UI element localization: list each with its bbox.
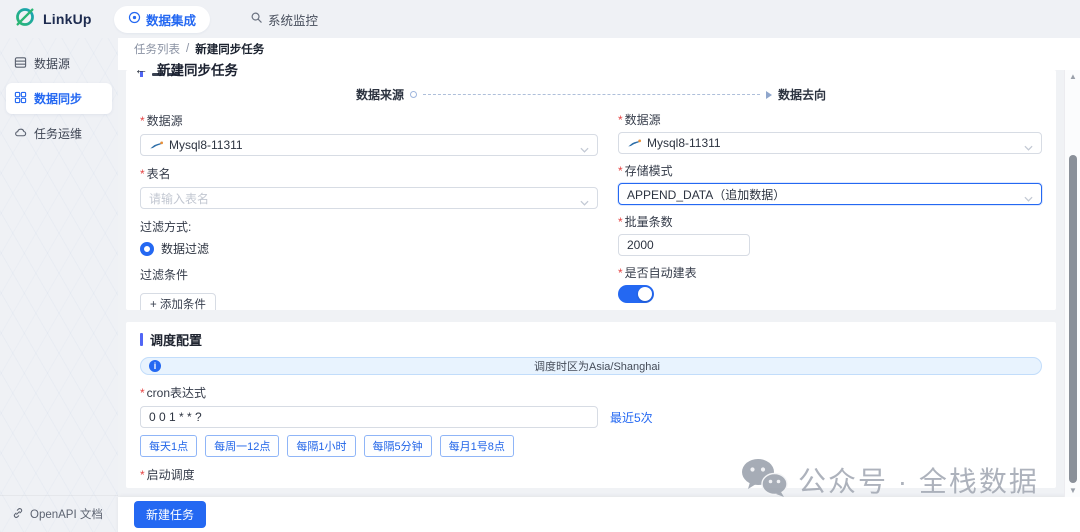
- sidebar-item-datasync[interactable]: 数据同步: [6, 83, 112, 114]
- vertical-scrollbar[interactable]: ▲ ▼: [1064, 70, 1080, 497]
- flow-target-label: 数据去向: [778, 86, 826, 103]
- scroll-up-icon[interactable]: ▲: [1065, 72, 1080, 81]
- breadcrumb: 任务列表 / 新建同步任务: [134, 41, 1064, 57]
- preset-hourly[interactable]: 每隔1小时: [287, 435, 355, 457]
- openapi-doc-link[interactable]: OpenAPI 文档: [0, 495, 118, 532]
- preset-monthly-1st-8am[interactable]: 每月1号8点: [440, 435, 514, 457]
- breadcrumb-separator: /: [186, 43, 189, 55]
- source-datasource-select[interactable]: Mysql8-11311: [140, 134, 598, 156]
- storage-mode-select[interactable]: APPEND_DATA（追加数据）: [618, 183, 1042, 205]
- start-schedule-label: 启动调度: [140, 466, 1042, 483]
- auto-create-table-toggle[interactable]: [618, 285, 654, 303]
- top-nav: 数据集成 系统监控: [114, 6, 332, 33]
- add-condition-button[interactable]: + 添加条件: [140, 293, 216, 310]
- cloud-icon: [14, 126, 27, 142]
- flow-source-label: 数据来源: [356, 86, 404, 103]
- auto-create-table-label: 是否自动建表: [618, 264, 1042, 281]
- back-arrow-icon[interactable]: ←: [134, 62, 148, 76]
- preset-5min[interactable]: 每隔5分钟: [364, 435, 432, 457]
- scrollbar-thumb[interactable]: [1069, 155, 1077, 483]
- app-window: LinkUp 数据集成 系统监控 数据源: [0, 0, 1080, 532]
- batch-size-field: [618, 234, 750, 256]
- breadcrumb-parent[interactable]: 任务列表: [134, 41, 180, 57]
- flow-arrow-icon: [766, 91, 772, 99]
- page-header: 任务列表 / 新建同步任务 ← 新建同步任务: [118, 38, 1080, 70]
- filter-condition-label: 过滤条件: [140, 266, 598, 283]
- schedule-section-title: 调度配置: [150, 330, 202, 349]
- target-datasource-value: Mysql8-11311: [647, 136, 721, 150]
- batch-size-input[interactable]: [627, 238, 741, 252]
- tab-system-monitor[interactable]: 系统监控: [236, 6, 332, 33]
- chevron-down-icon: [580, 142, 589, 156]
- mysql-icon: [627, 138, 642, 149]
- preset-monday-12[interactable]: 每周一12点: [205, 435, 279, 457]
- tab-label: 系统监控: [268, 10, 318, 29]
- chevron-down-icon: [1024, 140, 1033, 154]
- source-column: 数据源 Mysql8-11311 表名 请输入表名: [140, 103, 598, 310]
- sidebar-item-ops[interactable]: 任务运维: [6, 118, 112, 149]
- create-task-button[interactable]: 新建任务: [134, 501, 206, 528]
- storage-mode-label: 存储模式: [618, 162, 1042, 179]
- source-datasource-label: 数据源: [140, 112, 598, 129]
- cron-field: [140, 406, 598, 428]
- timezone-banner: i 调度时区为Asia/Shanghai: [140, 357, 1042, 375]
- link-icon: [12, 507, 24, 522]
- cron-presets: 每天1点 每周一12点 每隔1小时 每隔5分钟 每月1号8点: [140, 435, 1042, 457]
- sync-config-card: 数据来源 数据去向 数据源 Mysql8-11311: [126, 70, 1056, 310]
- cron-input[interactable]: [149, 410, 589, 424]
- source-table-placeholder: 请输入表名: [149, 190, 209, 207]
- filter-option-label: 数据过滤: [161, 240, 209, 257]
- chevron-down-icon: [580, 195, 589, 209]
- sidebar-item-datasource[interactable]: 数据源: [6, 48, 112, 79]
- source-table-select[interactable]: 请输入表名: [140, 187, 598, 209]
- preset-daily-1am[interactable]: 每天1点: [140, 435, 197, 457]
- database-icon: [14, 56, 27, 72]
- tab-data-integration[interactable]: 数据集成: [114, 6, 210, 33]
- footer-action-bar: 新建任务: [118, 497, 1080, 532]
- target-column: 数据源 Mysql8-11311 存储模式 APPEND_DATA（追加数据）: [618, 103, 1042, 310]
- breadcrumb-current: 新建同步任务: [195, 41, 264, 57]
- brand-name: LinkUp: [43, 11, 92, 27]
- target-datasource-label: 数据源: [618, 111, 1042, 128]
- flow-dashed-line: [423, 94, 760, 95]
- sidebar-item-label: 数据同步: [34, 90, 82, 107]
- monitor-icon: [250, 11, 263, 27]
- linkup-logo-icon: [14, 6, 36, 33]
- scroll-down-icon[interactable]: ▼: [1065, 486, 1080, 495]
- toggle-knob: [638, 287, 652, 301]
- recent-runs-link[interactable]: 最近5次: [610, 409, 653, 426]
- integration-icon: [128, 11, 141, 27]
- page-title: 新建同步任务: [157, 59, 238, 79]
- source-table-label: 表名: [140, 165, 598, 182]
- target-datasource-select[interactable]: Mysql8-11311: [618, 132, 1042, 154]
- radio-icon: [140, 242, 154, 256]
- sidebar-item-label: 数据源: [34, 55, 70, 72]
- batch-size-label: 批量条数: [618, 213, 1042, 230]
- source-datasource-value: Mysql8-11311: [169, 138, 243, 152]
- flow-start-dot-icon: [410, 91, 417, 98]
- top-bar: LinkUp 数据集成 系统监控: [0, 0, 1080, 38]
- sync-icon: [14, 91, 27, 107]
- storage-mode-value: APPEND_DATA（追加数据）: [627, 186, 785, 203]
- source-target-flow: 数据来源 数据去向: [356, 86, 826, 103]
- section-bar: [140, 333, 143, 346]
- schedule-config-card: 调度配置 i 调度时区为Asia/Shanghai cron表达式 最近5次 每…: [126, 322, 1056, 488]
- filter-mode-radio-data-filter[interactable]: 数据过滤: [140, 240, 598, 257]
- scroll-area: 数据来源 数据去向 数据源 Mysql8-11311: [118, 70, 1064, 497]
- filter-mode-label: 过滤方式:: [140, 218, 598, 235]
- chevron-down-icon: [1024, 191, 1033, 205]
- sidebar: 数据源 数据同步 任务运维 OpenAPI 文档: [0, 38, 118, 532]
- brand-logo: LinkUp: [14, 6, 110, 33]
- timezone-banner-text: 调度时区为Asia/Shanghai: [161, 358, 1033, 374]
- mysql-icon: [149, 140, 164, 151]
- cron-label: cron表达式: [140, 384, 1042, 401]
- openapi-doc-label: OpenAPI 文档: [30, 506, 103, 522]
- sidebar-item-label: 任务运维: [34, 125, 82, 142]
- tab-label: 数据集成: [146, 10, 196, 29]
- info-icon: i: [149, 360, 161, 372]
